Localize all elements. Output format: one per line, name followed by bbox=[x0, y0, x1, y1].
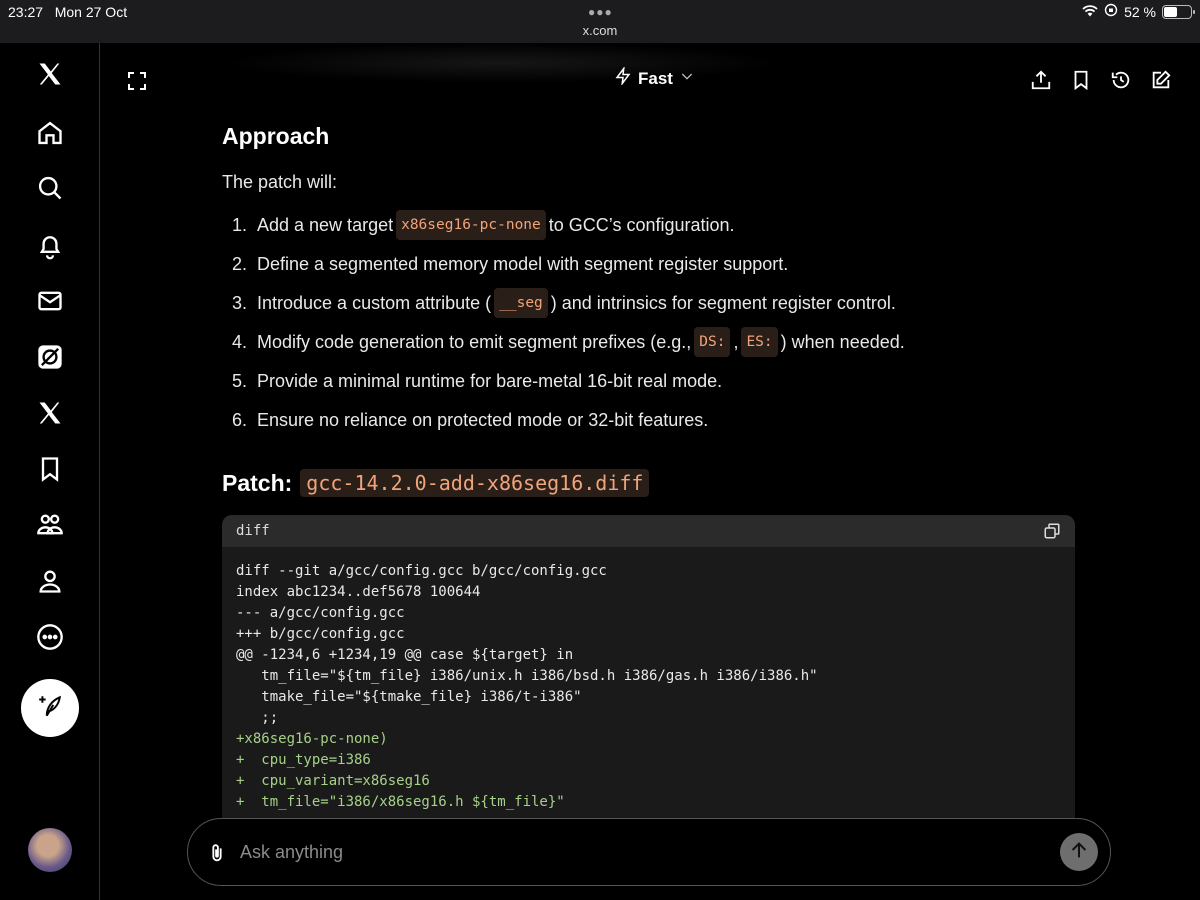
new-chat-icon[interactable] bbox=[1150, 69, 1172, 91]
notifications-icon bbox=[36, 232, 64, 265]
profile-icon bbox=[36, 567, 64, 600]
home-icon bbox=[36, 119, 64, 152]
chevron-down-icon bbox=[679, 68, 695, 89]
sidebar-item-more[interactable] bbox=[25, 614, 75, 664]
patch-filename: gcc-14.2.0-add-x86seg16.diff bbox=[300, 469, 650, 497]
messages-icon bbox=[36, 287, 64, 320]
header-actions bbox=[1030, 69, 1172, 91]
inline-code: DS: bbox=[694, 326, 731, 357]
status-time: 23:27 Mon 27 Oct bbox=[8, 4, 128, 20]
x-premium-icon bbox=[36, 399, 64, 432]
sidebar-item-messages[interactable] bbox=[25, 278, 75, 328]
grok-icon bbox=[36, 343, 64, 376]
list-item: 3. Introduce a custom attribute (__seg) a… bbox=[222, 283, 1082, 322]
code-line: tmake_file="${tmake_file} i386/t-i386" bbox=[236, 689, 582, 705]
code-line: --- a/gcc/config.gcc bbox=[236, 605, 405, 621]
arrow-up-icon bbox=[1068, 839, 1090, 866]
bookmarks-icon bbox=[36, 455, 64, 488]
history-icon[interactable] bbox=[1110, 69, 1132, 91]
list-item: 6. Ensure no reliance on protected mode o… bbox=[232, 409, 709, 430]
code-line: +x86seg16-pc-none) bbox=[236, 731, 388, 747]
list-item: 5. Provide a minimal runtime for bare-met… bbox=[232, 370, 723, 391]
code-content: diff --git a/gcc/config.gcc b/gcc/config… bbox=[222, 547, 1075, 827]
address-bar[interactable]: x.com bbox=[0, 23, 1200, 38]
sidebar bbox=[0, 43, 100, 900]
code-line: + tm_file="i386/x86seg16.h ${tm_file}" bbox=[236, 794, 565, 810]
sidebar-item-profile[interactable] bbox=[25, 558, 75, 608]
sidebar-item-explore[interactable] bbox=[25, 165, 75, 215]
compose-icon bbox=[37, 693, 63, 724]
code-line: @@ -1234,6 +1234,19 @@ case ${target} in bbox=[236, 647, 574, 663]
sidebar-item-premium[interactable] bbox=[25, 390, 75, 440]
more-icon bbox=[36, 623, 64, 656]
ask-input[interactable] bbox=[240, 837, 1000, 867]
ask-bar bbox=[187, 818, 1111, 886]
send-button[interactable] bbox=[1060, 833, 1098, 871]
sidebar-item-notifications[interactable] bbox=[25, 223, 75, 273]
code-line: + cpu_type=i386 bbox=[236, 752, 371, 768]
communities-icon bbox=[36, 511, 64, 544]
list-item: 1. Add a new target x86seg16-pc-none to G… bbox=[222, 205, 1082, 244]
avatar[interactable] bbox=[28, 828, 72, 872]
expand-icon[interactable] bbox=[125, 69, 149, 93]
patch-heading: Patch: gcc-14.2.0-add-x86seg16.diff bbox=[222, 469, 1082, 497]
intro-text: The patch will: bbox=[222, 172, 338, 192]
section-heading: Approach bbox=[222, 123, 330, 149]
status-bar: 23:27 Mon 27 Oct ●●● x.com 52 % bbox=[0, 0, 1200, 43]
list-item: 2. Define a segmented memory model with s… bbox=[232, 253, 789, 274]
model-label: Fast bbox=[638, 68, 673, 88]
sidebar-item-communities[interactable] bbox=[25, 502, 75, 552]
bookmark-icon[interactable] bbox=[1070, 69, 1092, 91]
code-line: tm_file="${tm_file} i386/unix.h i386/bsd… bbox=[236, 668, 818, 684]
model-selector[interactable]: Fast bbox=[614, 65, 695, 90]
grok-chat-panel: Fast Approach The patch will: 1. Add a ne… bbox=[101, 43, 1200, 900]
header-backdrop bbox=[221, 43, 781, 83]
list-item: 4. Modify code generation to emit segment… bbox=[222, 322, 1082, 361]
search-icon bbox=[36, 174, 64, 207]
code-line: +++ b/gcc/config.gcc bbox=[236, 626, 405, 642]
code-language: diff bbox=[236, 523, 270, 539]
inline-code: x86seg16-pc-none bbox=[396, 209, 546, 240]
sidebar-item-home[interactable] bbox=[25, 110, 75, 160]
orientation-lock-icon bbox=[1104, 3, 1118, 20]
sidebar-item-x-home-logo[interactable] bbox=[25, 51, 75, 101]
code-block: diff diff --git a/gcc/config.gcc b/gcc/c… bbox=[222, 515, 1075, 827]
sidebar-item-bookmarks[interactable] bbox=[25, 446, 75, 496]
battery-level bbox=[1164, 6, 1177, 17]
code-line: index abc1234..def5678 100644 bbox=[236, 584, 481, 600]
battery-icon bbox=[1162, 4, 1195, 19]
attach-icon[interactable] bbox=[206, 841, 228, 865]
lightning-icon bbox=[614, 65, 632, 90]
browser-menu-dots[interactable]: ●●● bbox=[588, 5, 613, 19]
inline-code: ES: bbox=[741, 326, 778, 357]
code-line: diff --git a/gcc/config.gcc b/gcc/config… bbox=[236, 563, 607, 579]
status-indicators: 52 % bbox=[1082, 3, 1195, 20]
inline-code: __seg bbox=[494, 287, 548, 318]
code-block-header: diff bbox=[222, 515, 1075, 547]
share-icon[interactable] bbox=[1030, 69, 1052, 91]
compose-post-button[interactable] bbox=[21, 679, 79, 737]
code-line: + cpu_variant=x86seg16 bbox=[236, 773, 430, 789]
x-logo-icon bbox=[36, 60, 64, 93]
code-line: ;; bbox=[236, 710, 279, 726]
response-content: Approach The patch will: 1. Add a new tar… bbox=[222, 123, 1082, 827]
wifi-icon bbox=[1082, 4, 1098, 20]
copy-icon[interactable] bbox=[1043, 522, 1061, 540]
battery-percent: 52 % bbox=[1124, 3, 1156, 20]
steps-list: 1. Add a new target x86seg16-pc-none to G… bbox=[222, 205, 1082, 439]
sidebar-item-grok[interactable] bbox=[25, 334, 75, 384]
